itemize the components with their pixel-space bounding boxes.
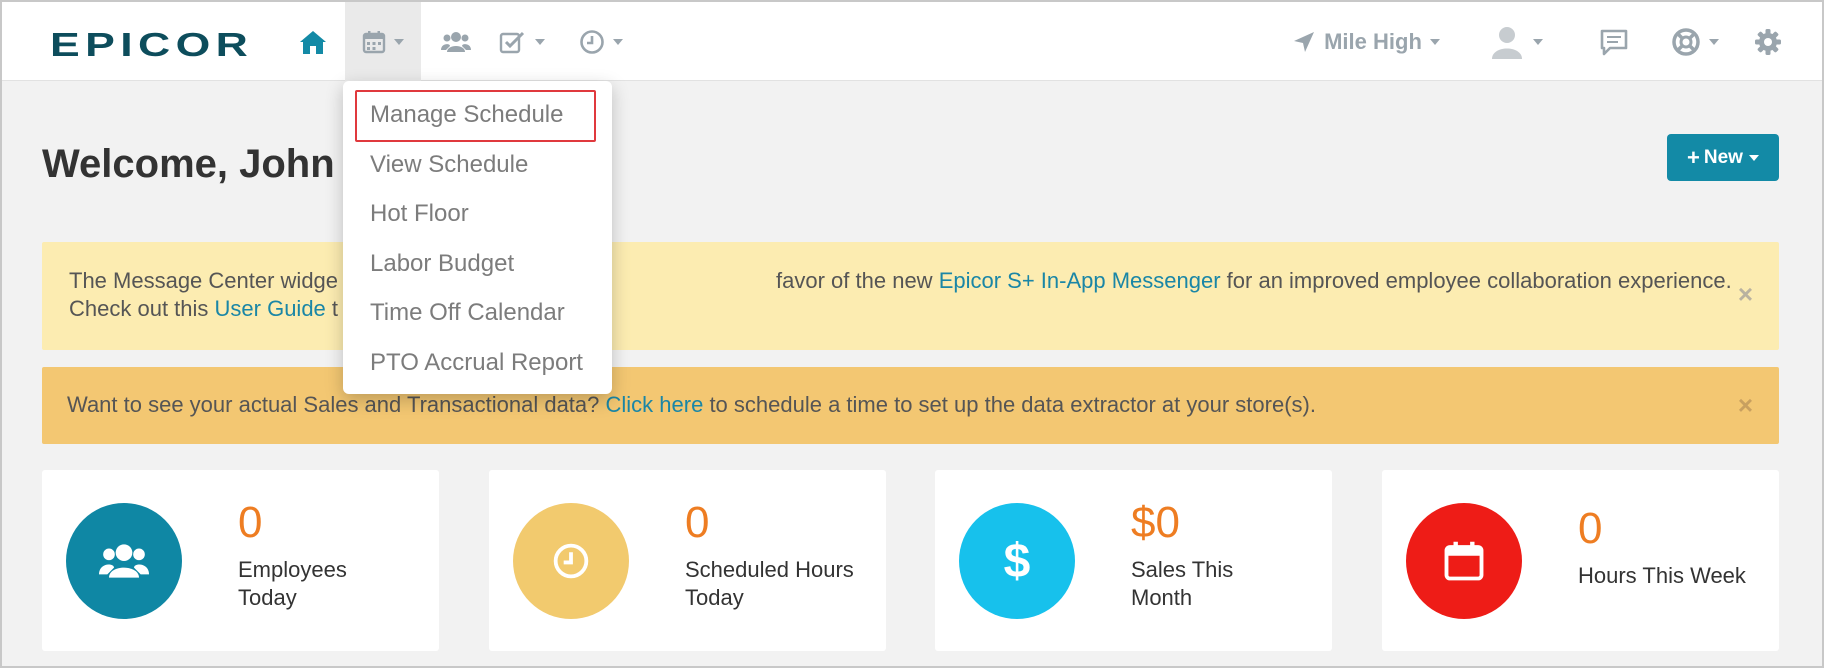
tasks-nav-button[interactable]: [492, 2, 552, 81]
chevron-down-icon: [535, 38, 545, 45]
alert-text: to schedule a time to set up the data ex…: [703, 392, 1316, 417]
scheduled-hours-icon-circle: [513, 503, 629, 619]
menu-item-pto-accrual-report[interactable]: PTO Accrual Report: [370, 349, 583, 377]
clock-icon: [553, 543, 589, 579]
calendar-icon: [1444, 541, 1484, 581]
click-here-link[interactable]: Click here: [606, 392, 704, 417]
lifebuoy-icon: [1672, 27, 1700, 56]
messenger-link[interactable]: Epicor S+ In-App Messenger: [939, 268, 1221, 293]
alert-text: favor of the new: [776, 268, 939, 293]
stat-label: Scheduled Hours Today: [685, 557, 854, 610]
stat-card-hours-week[interactable]: 0 Hours This Week: [1382, 470, 1779, 651]
messages-nav-button[interactable]: [1590, 2, 1638, 81]
user-guide-link[interactable]: User Guide: [215, 296, 326, 321]
chevron-down-icon: [1709, 38, 1719, 45]
menu-item-manage-schedule[interactable]: Manage Schedule: [370, 101, 563, 129]
top-navbar: EPICOR Mile High: [2, 2, 1822, 81]
close-icon[interactable]: ×: [1738, 280, 1753, 308]
stat-card-scheduled-hours[interactable]: 0 Scheduled Hours Today: [489, 470, 886, 651]
alert-text: Check out this: [69, 296, 215, 321]
avatar-icon: [1492, 26, 1522, 59]
gear-icon: [1755, 28, 1781, 55]
chat-icon: [1600, 29, 1628, 55]
plus-icon: +: [1687, 144, 1700, 170]
epicor-logo[interactable]: EPICOR: [50, 26, 253, 63]
message-center-alert: The Message Center widge favor of the new…: [42, 242, 1779, 350]
users-icon: [99, 544, 149, 578]
home-icon: [300, 30, 326, 54]
timeclock-nav-button[interactable]: [574, 2, 628, 81]
stat-label: Employees Today: [238, 557, 347, 610]
home-nav-button[interactable]: [284, 2, 342, 81]
stat-value: 0: [1578, 504, 1603, 553]
stat-label: Sales This Month: [1131, 557, 1234, 610]
new-button-label: New: [1703, 146, 1743, 168]
chevron-down-icon: [1533, 38, 1543, 45]
user-menu-button[interactable]: [1480, 2, 1552, 81]
close-icon[interactable]: ×: [1738, 391, 1753, 419]
stat-value: 0: [238, 498, 263, 547]
alert-text-line-2: Check out this User Guide t: [69, 295, 1779, 323]
chevron-down-icon: [613, 38, 623, 45]
checkbox-icon: [499, 31, 525, 53]
stat-card-sales[interactable]: $ $0 Sales This Month: [935, 470, 1332, 651]
new-button[interactable]: + New: [1667, 134, 1779, 181]
chevron-down-icon: [1748, 154, 1759, 161]
schedule-dropdown-menu: Manage Schedule View Schedule Hot Floor …: [343, 81, 612, 394]
schedule-nav-button[interactable]: [345, 2, 421, 81]
alert-text: t: [325, 296, 339, 321]
menu-item-hot-floor[interactable]: Hot Floor: [370, 200, 469, 228]
employees-nav-button[interactable]: [430, 2, 482, 81]
calendar-icon: [362, 30, 386, 53]
page-title: Welcome, John I: [42, 142, 357, 186]
alert-text: for an improved employee collaboration e…: [1220, 268, 1732, 293]
menu-item-labor-budget[interactable]: Labor Budget: [370, 250, 514, 278]
dollar-icon: $: [1003, 534, 1031, 588]
menu-item-view-schedule[interactable]: View Schedule: [370, 151, 528, 179]
chevron-down-icon: [1429, 38, 1440, 45]
alert-text: Want to see your actual Sales and Transa…: [67, 392, 606, 417]
alert-text: The Message Center widge: [69, 268, 339, 293]
stat-value: 0: [685, 498, 710, 547]
menu-item-time-off-calendar[interactable]: Time Off Calendar: [370, 299, 565, 327]
stat-card-employees[interactable]: 0 Employees Today: [42, 470, 439, 651]
alert-text-line-1: The Message Center widge favor of the new…: [69, 267, 1779, 295]
help-nav-button[interactable]: [1664, 2, 1726, 81]
employees-icon-circle: [66, 503, 182, 619]
location-arrow-icon: [1294, 31, 1315, 52]
users-icon: [441, 31, 471, 52]
settings-nav-button[interactable]: [1746, 2, 1790, 81]
data-extractor-alert: Want to see your actual Sales and Transa…: [42, 367, 1779, 444]
chevron-down-icon: [394, 38, 404, 45]
stat-value: $0: [1131, 498, 1180, 547]
hours-week-icon-circle: [1406, 503, 1522, 619]
clock-icon: [580, 29, 604, 54]
sales-icon-circle: $: [959, 503, 1075, 619]
location-name: Mile High: [1324, 28, 1422, 54]
stat-label: Hours This Week: [1578, 563, 1746, 588]
location-selector[interactable]: Mile High: [1286, 2, 1446, 81]
